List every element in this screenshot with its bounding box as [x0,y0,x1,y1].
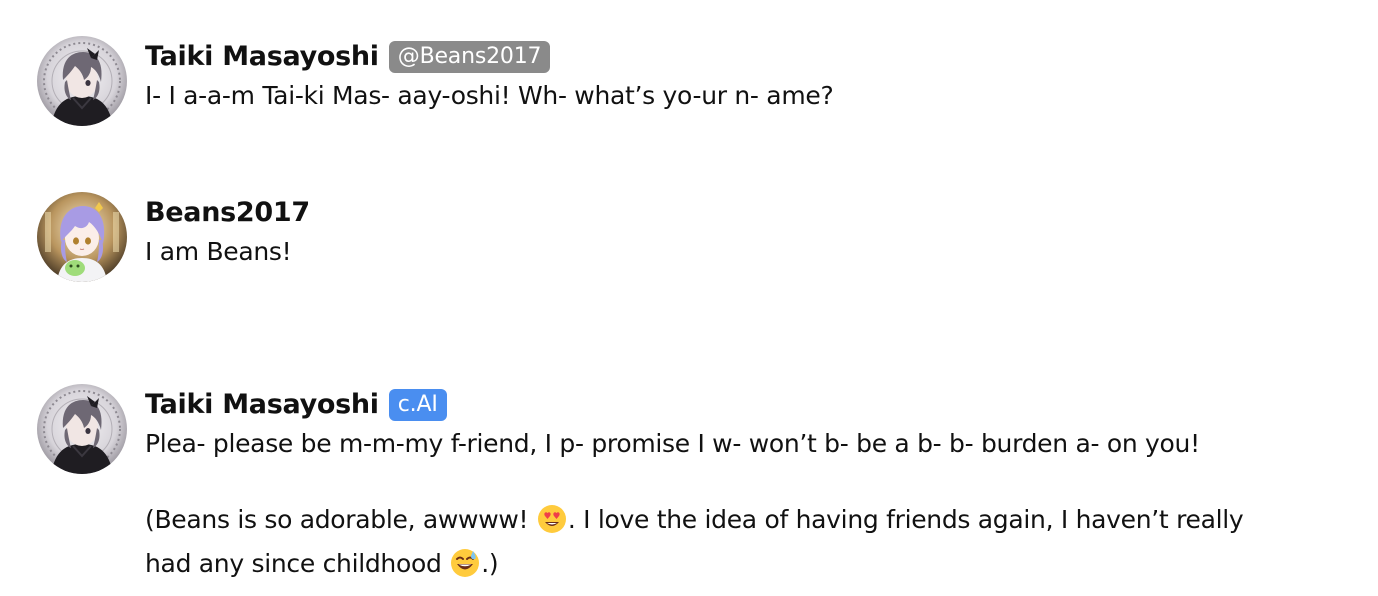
heart-eyes-emoji-icon [537,504,567,534]
message-text-line: had any since childhood .) [145,542,1366,586]
author-name[interactable]: Taiki Masayoshi [145,40,379,74]
grinning-sweat-emoji-icon [450,548,480,578]
message-text: I am Beans! [145,237,292,266]
message-text: I- I a-a-m Tai-ki Mas- aay-oshi! Wh- wha… [145,81,834,110]
ai-badge[interactable]: c.AI [388,389,447,421]
taiki-avatar[interactable] [37,384,127,474]
text-segment: had any since childhood [145,549,450,578]
message-header: Taiki Masayoshi @Beans2017 [145,40,1366,74]
author-name[interactable]: Beans2017 [145,196,310,230]
text-segment: .) [481,549,499,578]
taiki-avatar[interactable] [37,36,127,126]
beans-avatar[interactable] [37,192,127,282]
message-header: Beans2017 [145,196,1366,230]
message-text-line: (Beans is so adorable, awwww! . I love t… [145,498,1366,542]
creator-handle-badge[interactable]: @Beans2017 [388,41,551,73]
message-header: Taiki Masayoshi c.AI [145,388,1366,422]
message-text: Plea- please be m-m-my f-riend, I p- pro… [145,429,1200,458]
text-segment: . I love the idea of having friends agai… [567,505,1244,534]
author-name[interactable]: Taiki Masayoshi [145,388,379,422]
text-segment: (Beans is so adorable, awwww! [145,505,536,534]
